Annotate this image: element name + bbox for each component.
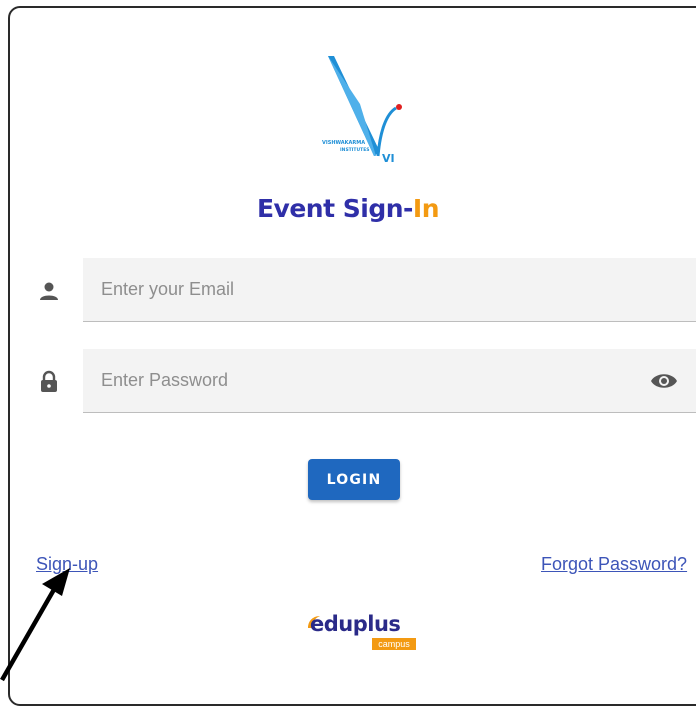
lock-icon [41, 370, 57, 392]
password-input[interactable] [101, 349, 621, 411]
login-button[interactable]: LOGIN [308, 459, 400, 500]
page-title-accent: In [412, 194, 440, 223]
logo-letters: VI [382, 152, 395, 165]
arrow-icon [0, 568, 70, 682]
page-title: Event Sign-In [0, 194, 696, 223]
eye-icon[interactable] [650, 369, 678, 393]
person-icon [40, 282, 58, 300]
page-title-main: Event Sign- [256, 194, 413, 223]
logo-institute-line1: VISHWAKARMA [322, 140, 365, 146]
eduplus-campus-tag: campus [372, 638, 416, 650]
email-field[interactable] [83, 258, 696, 322]
email-input[interactable] [101, 258, 621, 320]
password-field[interactable] [83, 349, 696, 413]
forgot-password-link[interactable]: Forgot Password? [541, 554, 687, 575]
eduplus-wordmark: eduplus [310, 612, 401, 636]
vishwakarma-logo: VISHWAKARMA INSTITUTES VI [322, 56, 402, 165]
logo-institute-line2: INSTITUTES [340, 147, 370, 153]
eduplus-logo: eduplus campus [308, 612, 420, 656]
